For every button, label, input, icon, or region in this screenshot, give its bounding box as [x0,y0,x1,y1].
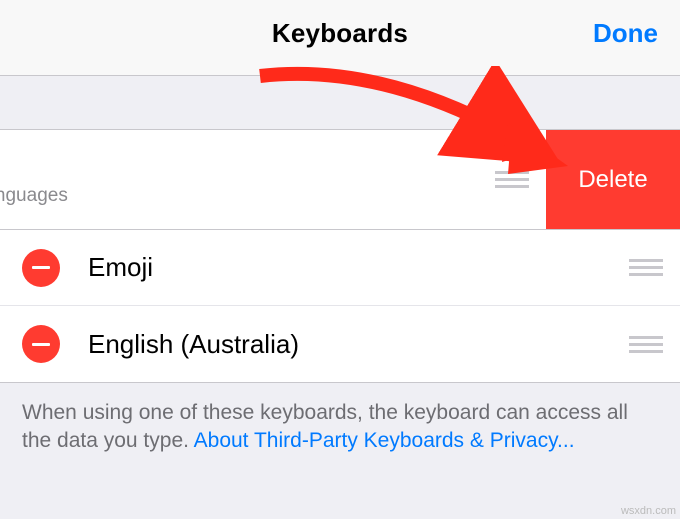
keyboard-row-content: oard tiple languages [0,152,432,207]
navigation-bar: Keyboards Done [0,0,680,76]
page-title: Keyboards [272,18,408,49]
keyboard-name-partial: oard [0,152,432,183]
keyboard-row-emoji[interactable]: Emoji [0,230,680,306]
remove-icon[interactable] [22,325,60,363]
keyboard-subtitle-partial: tiple languages [0,185,432,207]
delete-button[interactable]: Delete [546,130,680,229]
remove-icon[interactable] [22,249,60,287]
keyboards-list: oard tiple languages Delete Emoji Englis… [0,129,680,383]
section-gap [0,76,680,129]
watermark: wsxdn.com [621,505,676,517]
privacy-link[interactable]: About Third-Party Keyboards & Privacy... [194,429,575,452]
reorder-handle-icon[interactable] [626,259,666,276]
footer-note: When using one of these keyboards, the k… [0,383,680,472]
reorder-handle-icon[interactable] [492,171,532,188]
keyboard-name: English (Australia) [88,329,626,360]
keyboard-name: Emoji [88,252,626,283]
keyboard-row-swiped[interactable]: oard tiple languages Delete [0,130,680,230]
done-button[interactable]: Done [593,18,658,49]
reorder-handle-icon[interactable] [626,336,666,353]
keyboard-row-english-australia[interactable]: English (Australia) [0,306,680,382]
